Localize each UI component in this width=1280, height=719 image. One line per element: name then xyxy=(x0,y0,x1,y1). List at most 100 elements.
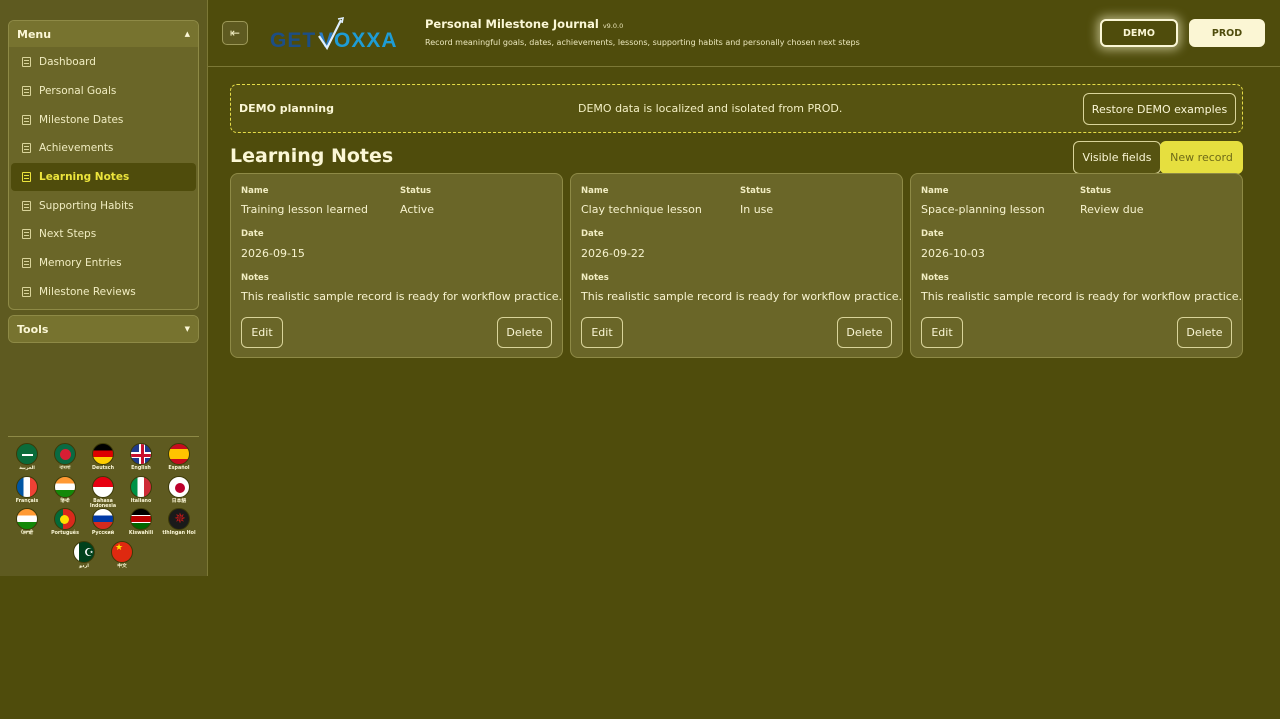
lang-label: Français xyxy=(15,499,39,504)
flag-spain-icon xyxy=(168,443,190,465)
chevron-up-icon: ▲ xyxy=(184,30,190,38)
flag-france-icon xyxy=(16,476,38,498)
flag-kenya-icon xyxy=(130,508,152,530)
lang-hindi[interactable]: हिन्दी xyxy=(48,476,82,504)
sidebar-item-personal-goals[interactable]: Personal Goals xyxy=(11,77,196,106)
sidebar-item-next-steps[interactable]: Next Steps xyxy=(11,220,196,249)
date-label: Date xyxy=(921,229,944,239)
notes-value: This realistic sample record is ready fo… xyxy=(921,290,1243,303)
delete-button[interactable]: Delete xyxy=(837,317,892,348)
flag-india-icon xyxy=(16,508,38,530)
date-value: 2026-09-15 xyxy=(241,247,305,260)
demo-banner: DEMO planning DEMO data is localized and… xyxy=(230,84,1243,133)
sidebar-item-label: Milestone Dates xyxy=(39,113,124,126)
divider xyxy=(8,436,199,437)
document-icon xyxy=(22,114,31,125)
banner-message: DEMO data is localized and isolated from… xyxy=(578,102,843,115)
tools-header[interactable]: Tools ▼ xyxy=(9,316,198,342)
sidebar-item-milestone-dates[interactable]: Milestone Dates xyxy=(11,105,196,134)
status-label: Status xyxy=(400,186,432,196)
document-icon xyxy=(22,200,31,211)
status-label: Status xyxy=(1080,186,1112,196)
edit-button[interactable]: Edit xyxy=(241,317,283,348)
lang-arabic[interactable]: العربية xyxy=(10,443,44,471)
sidebar-item-memory-entries[interactable]: Memory Entries xyxy=(11,249,196,278)
notes-label: Notes xyxy=(241,273,269,283)
document-icon xyxy=(22,286,31,297)
edit-button[interactable]: Edit xyxy=(921,317,963,348)
notes-value: This realistic sample record is ready fo… xyxy=(241,290,563,303)
lang-english[interactable]: English xyxy=(124,443,158,471)
new-record-button[interactable]: New record xyxy=(1160,141,1243,174)
collapse-sidebar-button[interactable]: ⇤ xyxy=(222,21,248,45)
lang-spanish[interactable]: Español xyxy=(162,443,196,471)
sidebar: Menu ▲ Dashboard Personal Goals Mileston… xyxy=(0,0,208,576)
lang-italian[interactable]: Italiano xyxy=(124,476,158,504)
lang-russian[interactable]: Русский xyxy=(86,508,120,536)
visible-fields-button[interactable]: Visible fields xyxy=(1073,141,1161,174)
notes-label: Notes xyxy=(921,273,949,283)
tools-title: Tools xyxy=(17,322,49,336)
lang-label: tlhIngan Hol xyxy=(162,531,196,536)
lang-indonesian[interactable]: Bahasa Indonesia xyxy=(86,476,120,510)
lang-chinese[interactable]: ★ 中文 xyxy=(105,541,139,569)
document-icon xyxy=(22,229,31,240)
menu-title: Menu xyxy=(17,27,52,41)
lang-label: Italiano xyxy=(130,499,152,504)
lang-portuguese[interactable]: Português xyxy=(48,508,82,536)
lang-label: Español xyxy=(168,466,190,471)
lang-german[interactable]: Deutsch xyxy=(86,443,120,471)
flag-germany-icon xyxy=(92,443,114,465)
app-header: ⇤ GET V OXXA Personal Milestone Journal v… xyxy=(208,0,1280,67)
prod-button[interactable]: PROD xyxy=(1189,19,1265,47)
chevron-down-icon: ▼ xyxy=(184,325,190,333)
sidebar-item-label: Dashboard xyxy=(39,56,96,69)
lang-label: Kiswahili xyxy=(128,531,154,536)
sidebar-item-learning-notes[interactable]: Learning Notes xyxy=(11,162,196,192)
lang-swahili[interactable]: Kiswahili xyxy=(124,508,158,536)
date-value: 2026-10-03 xyxy=(921,247,985,260)
lang-punjabi[interactable]: ਪੰਜਾਬੀ xyxy=(10,508,44,536)
notes-label: Notes xyxy=(581,273,609,283)
flag-uk-icon xyxy=(130,443,152,465)
svg-text:OXXA: OXXA xyxy=(334,29,398,52)
menu-header[interactable]: Menu ▲ xyxy=(9,21,198,47)
lang-french[interactable]: Français xyxy=(10,476,44,504)
sidebar-item-label: Next Steps xyxy=(39,228,97,241)
record-card: Name Status Training lesson learned Acti… xyxy=(230,173,563,358)
flag-saudi-arabia-icon xyxy=(16,443,38,465)
menu-panel: Menu ▲ Dashboard Personal Goals Mileston… xyxy=(8,20,199,310)
sidebar-item-achievements[interactable]: Achievements xyxy=(11,134,196,163)
delete-button[interactable]: Delete xyxy=(1177,317,1232,348)
status-value: Active xyxy=(400,203,435,216)
document-icon xyxy=(22,172,31,183)
restore-demo-button[interactable]: Restore DEMO examples xyxy=(1083,93,1236,125)
lang-klingon[interactable]: ✵ tlhIngan Hol xyxy=(162,508,196,536)
name-label: Name xyxy=(581,186,609,196)
app-subtitle: Record meaningful goals, dates, achievem… xyxy=(425,38,860,47)
flag-bangladesh-icon xyxy=(54,443,76,465)
date-value: 2026-09-22 xyxy=(581,247,645,260)
delete-button[interactable]: Delete xyxy=(497,317,552,348)
edit-button[interactable]: Edit xyxy=(581,317,623,348)
record-card: Name Status Clay technique lesson In use… xyxy=(570,173,903,358)
flag-portugal-icon xyxy=(54,508,76,530)
sidebar-item-supporting-habits[interactable]: Supporting Habits xyxy=(11,191,196,220)
flag-italy-icon xyxy=(130,476,152,498)
sidebar-item-label: Personal Goals xyxy=(39,85,117,98)
lang-label: हिन्दी xyxy=(60,499,70,504)
lang-bengali[interactable]: বাংলা xyxy=(48,443,82,471)
flag-russia-icon xyxy=(92,508,114,530)
app-title: Personal Milestone Journal v9.0.0 xyxy=(425,17,623,31)
flag-indonesia-icon xyxy=(92,476,114,498)
lang-urdu[interactable]: ☪ اردو xyxy=(67,541,101,569)
lang-japanese[interactable]: 日本語 xyxy=(162,476,196,504)
sidebar-item-dashboard[interactable]: Dashboard xyxy=(11,48,196,77)
sidebar-item-milestone-reviews[interactable]: Milestone Reviews xyxy=(11,278,196,307)
demo-button[interactable]: DEMO xyxy=(1100,19,1178,47)
flag-japan-icon xyxy=(168,476,190,498)
lang-label: Português xyxy=(51,531,79,536)
date-label: Date xyxy=(581,229,604,239)
date-label: Date xyxy=(241,229,264,239)
status-value: Review due xyxy=(1080,203,1144,216)
